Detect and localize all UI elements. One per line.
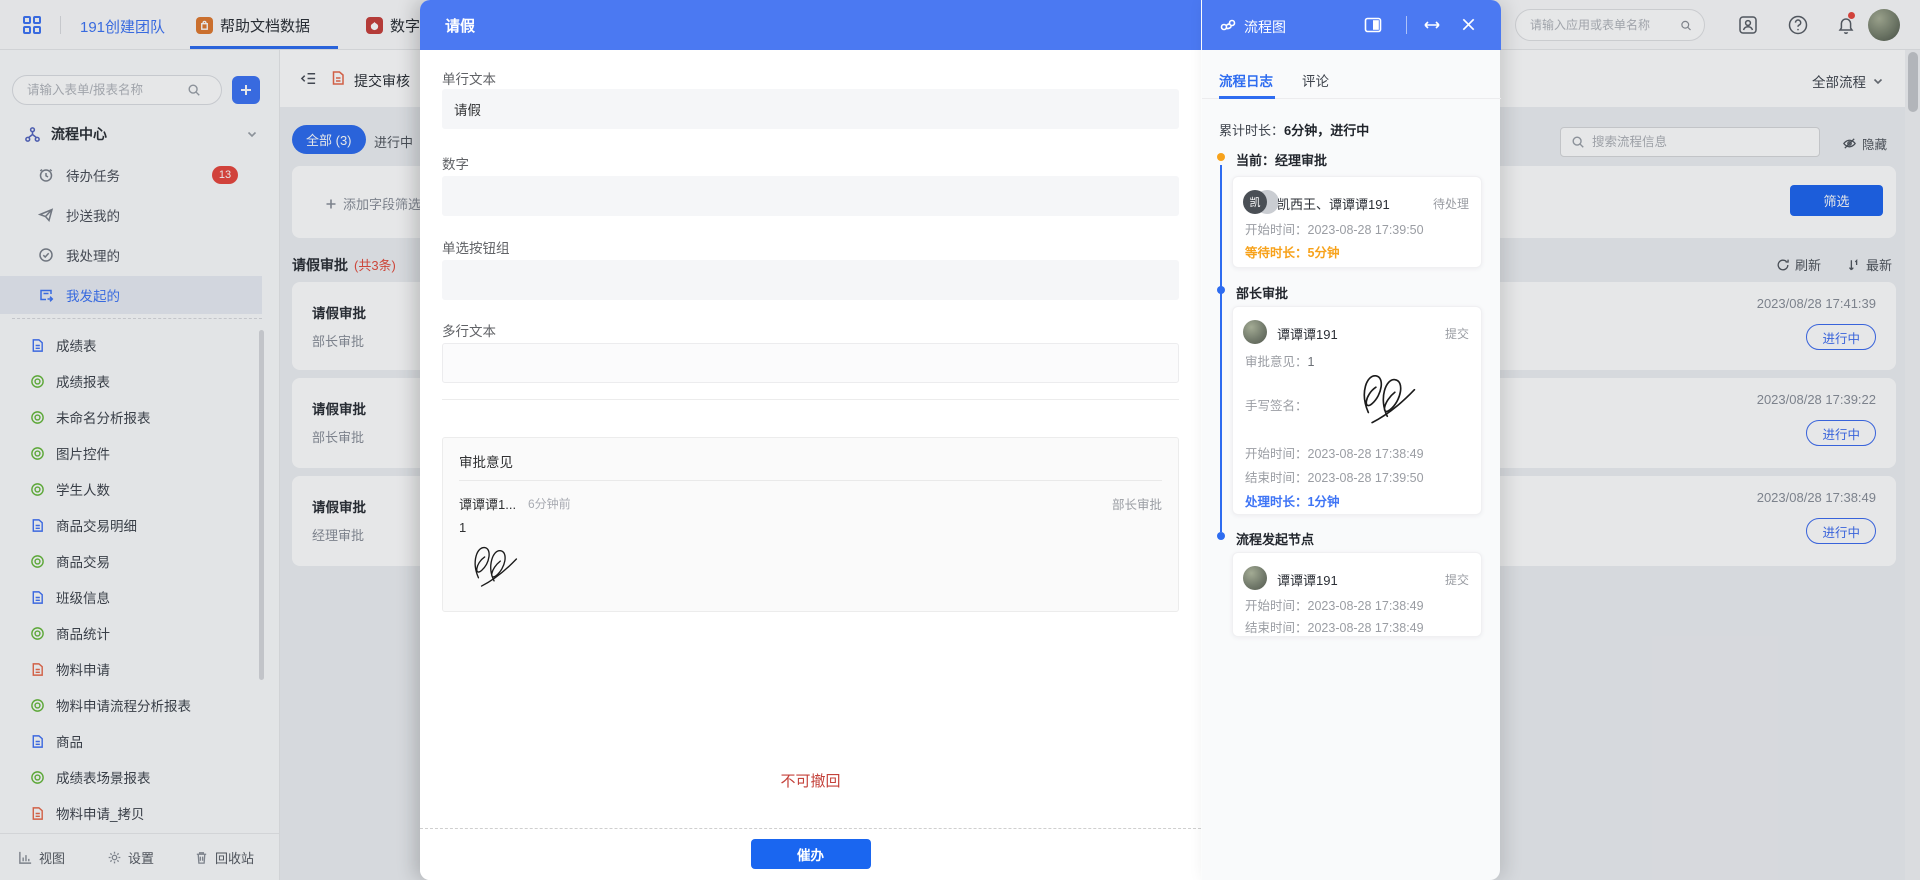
close-icon[interactable] <box>1460 16 1477 33</box>
approval-opinion: 审批意见：1 <box>1245 351 1314 370</box>
radio-group-input[interactable] <box>442 260 1179 300</box>
end-time: 结束时间：2023-08-28 17:38:49 <box>1245 617 1424 636</box>
tab-flow-log[interactable]: 流程日志 <box>1219 70 1273 90</box>
timeline-card-minister-approval: 谭谭谭191 提交 审批意见：1 手写签名： 开始时间：2023-08-28 1… <box>1232 306 1482 515</box>
assignee-names: 谭谭谭191 <box>1277 570 1338 589</box>
expand-panel-icon[interactable] <box>1423 16 1441 34</box>
modal-title: 请假 <box>445 15 475 36</box>
panel-layout-icon[interactable] <box>1364 16 1382 34</box>
modal-footer: 催办 <box>420 828 1201 880</box>
timeline-node-title: 部长审批 <box>1236 283 1288 302</box>
avatar: 凯 <box>1243 190 1267 214</box>
leave-request-modal: 请假 单行文本 请假 数字 单选按钮组 多行文本 审批意见 谭谭谭1... 6分… <box>420 0 1201 880</box>
panel-header: 流程图 <box>1202 0 1501 50</box>
cannot-withdraw-warning: 不可撤回 <box>420 770 1201 791</box>
assignee-names: 凯西王、谭谭谭191 <box>1277 194 1390 213</box>
approval-comments-panel: 审批意见 谭谭谭1... 6分钟前 部长审批 1 <box>442 437 1179 612</box>
handwritten-signature-image <box>1353 367 1419 427</box>
timeline-dot-current <box>1217 153 1225 161</box>
duration-value: 6分钟，进行中 <box>1284 123 1369 138</box>
multiline-text-input[interactable] <box>442 343 1179 383</box>
start-time: 开始时间：2023-08-28 17:38:49 <box>1245 443 1424 462</box>
start-time: 开始时间：2023-08-28 17:39:50 <box>1245 219 1424 238</box>
field-label-number: 数字 <box>442 153 469 173</box>
avatar <box>1243 320 1267 344</box>
start-time: 开始时间：2023-08-28 17:38:49 <box>1245 595 1424 614</box>
flow-chart-panel: 流程图 流程日志 评论 累计时长：6分钟，进行中 当前：经理审批 <box>1201 0 1500 880</box>
wait-duration: 等待时长：5分钟 <box>1245 242 1339 261</box>
timeline-dot <box>1217 532 1225 540</box>
timeline-node-title: 流程发起节点 <box>1236 529 1314 548</box>
timeline-card-manager-approval: 凯 凯西王、谭谭谭191 待处理 开始时间：2023-08-28 17:39:5… <box>1232 176 1482 268</box>
comment-author: 谭谭谭1... <box>459 494 516 513</box>
panel-title: 流程图 <box>1244 17 1286 37</box>
timeline-node-title: 当前：经理审批 <box>1236 150 1327 169</box>
avatar <box>1243 566 1267 590</box>
comment-content: 1 <box>459 520 466 535</box>
flow-chart-icon <box>1219 16 1237 34</box>
signature-label: 手写签名： <box>1245 395 1308 414</box>
tab-comments[interactable]: 评论 <box>1302 70 1329 90</box>
comment-time: 6分钟前 <box>528 495 571 512</box>
modal-header: 请假 <box>420 0 1201 50</box>
field-label-radio-group: 单选按钮组 <box>442 237 510 257</box>
comments-title: 审批意见 <box>459 451 513 471</box>
timeline-rail <box>1220 165 1222 532</box>
timeline-card-start-node: 谭谭谭191 提交 开始时间：2023-08-28 17:38:49 结束时间：… <box>1232 552 1482 637</box>
node-status: 提交 <box>1445 571 1469 588</box>
node-status: 待处理 <box>1433 195 1469 212</box>
active-tab-underline <box>1219 96 1275 99</box>
app-root: 191创建团队 帮助文档数据 数字 <box>0 0 1920 880</box>
end-time: 结束时间：2023-08-28 17:39:50 <box>1245 467 1424 486</box>
total-duration: 累计时长：6分钟，进行中 <box>1219 120 1369 139</box>
duration-label: 累计时长： <box>1219 123 1284 138</box>
handwritten-signature-image <box>467 534 519 596</box>
comment-node: 部长审批 <box>1112 494 1162 513</box>
single-text-input[interactable]: 请假 <box>442 89 1179 129</box>
header-divider <box>1406 16 1407 34</box>
field-label-single-text: 单行文本 <box>442 68 496 88</box>
field-label-multiline-text: 多行文本 <box>442 320 496 340</box>
timeline-dot <box>1217 286 1225 294</box>
comments-divider <box>459 480 1162 481</box>
number-input[interactable] <box>442 176 1179 216</box>
process-duration: 处理时长：1分钟 <box>1245 491 1339 510</box>
node-status: 提交 <box>1445 325 1469 342</box>
assignee-names: 谭谭谭191 <box>1277 324 1338 343</box>
form-divider <box>442 399 1179 400</box>
urge-button[interactable]: 催办 <box>751 839 871 869</box>
panel-body: 流程日志 评论 累计时长：6分钟，进行中 当前：经理审批 凯 凯西王、谭谭谭19… <box>1202 50 1501 880</box>
